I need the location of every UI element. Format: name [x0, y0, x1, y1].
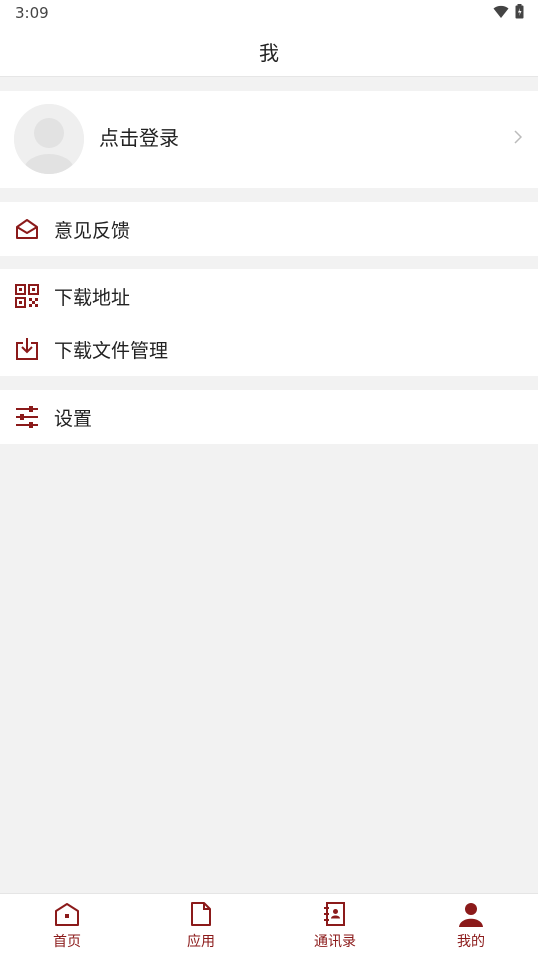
menu-label-download-files: 下载文件管理: [54, 339, 169, 362]
menu-item-download-files[interactable]: 下载文件管理: [0, 322, 538, 376]
tab-label-me: 我的: [457, 934, 485, 950]
title-bar: 我: [0, 26, 538, 77]
chevron-right-icon: [514, 129, 523, 148]
avatar: [14, 104, 84, 174]
login-label: 点击登录: [99, 126, 179, 150]
menu-item-download-address[interactable]: 下载地址: [0, 269, 538, 323]
login-row[interactable]: 点击登录: [0, 91, 538, 188]
download-icon: [14, 336, 40, 362]
page-title: 我: [259, 40, 279, 65]
person-icon: [457, 900, 485, 928]
mail-icon: [14, 216, 40, 242]
status-bar: 3:09: [0, 0, 538, 26]
document-icon: [187, 900, 215, 928]
menu-label-settings: 设置: [54, 407, 93, 430]
tab-label-contacts: 通讯录: [314, 934, 356, 950]
sliders-icon: [14, 404, 40, 430]
status-icons: [493, 4, 524, 23]
home-icon: [53, 900, 81, 928]
bottom-nav: 首页 应用 通讯录 我的: [0, 893, 538, 955]
contacts-icon: [321, 900, 349, 928]
tab-me[interactable]: 我的: [404, 894, 538, 955]
tab-label-apps: 应用: [187, 934, 215, 950]
status-time: 3:09: [15, 4, 49, 22]
menu-label-download-address: 下载地址: [54, 286, 131, 309]
download-group: 下载地址 下载文件管理: [0, 269, 538, 376]
menu-item-feedback[interactable]: 意见反馈: [0, 202, 538, 256]
menu-item-settings[interactable]: 设置: [0, 390, 538, 444]
tab-home[interactable]: 首页: [0, 894, 134, 955]
tab-label-home: 首页: [53, 934, 81, 950]
qr-code-icon: [14, 283, 40, 309]
battery-icon: [515, 4, 524, 23]
tab-apps[interactable]: 应用: [134, 894, 268, 955]
tab-contacts[interactable]: 通讯录: [268, 894, 402, 955]
menu-label-feedback: 意见反馈: [54, 219, 131, 242]
wifi-icon: [493, 4, 509, 23]
